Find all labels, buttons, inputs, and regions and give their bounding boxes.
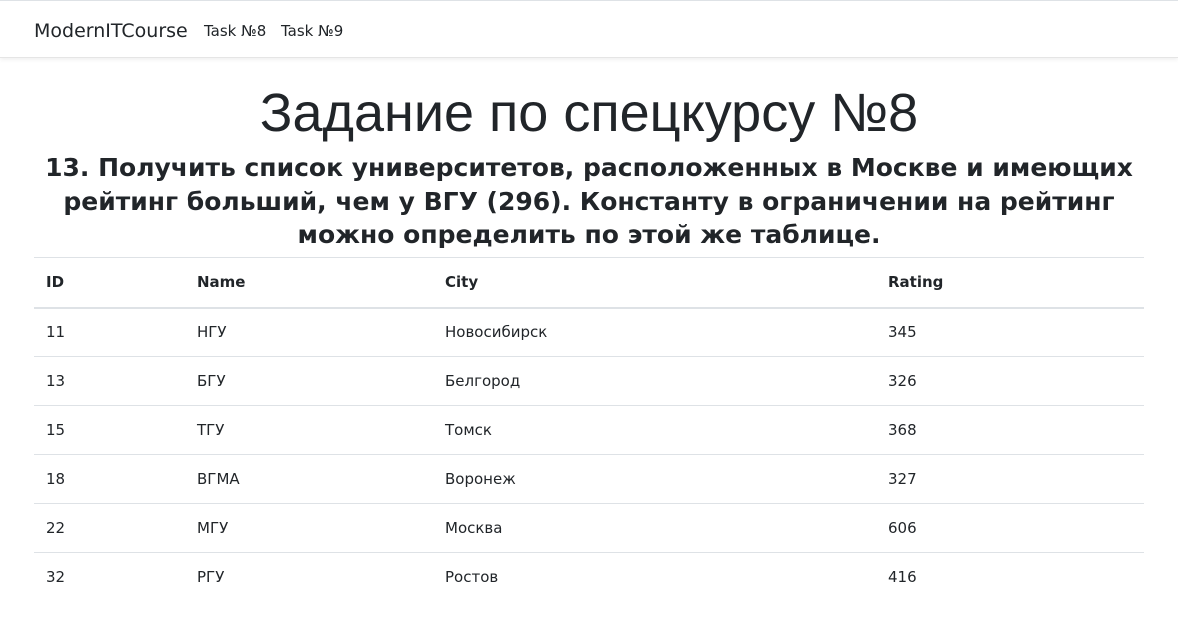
top-navbar: ModernITCourse Task №8 Task №9	[0, 0, 1178, 58]
page-title: Задание по спецкурсу №8	[259, 83, 919, 143]
cell-id: 13	[46, 372, 66, 390]
column-header-city: City	[445, 273, 479, 292]
column-header-id: ID	[46, 273, 65, 292]
table-header-row: ID Name City Rating	[34, 257, 1144, 308]
nav-link-task-8[interactable]: Task №8	[204, 22, 266, 40]
cell-id: 22	[46, 519, 66, 537]
cell-name: МГУ	[197, 519, 229, 537]
cell-name: ТГУ	[197, 421, 225, 439]
cell-rating: 368	[888, 421, 917, 439]
cell-id: 18	[46, 470, 66, 488]
column-header-rating: Rating	[888, 273, 944, 292]
cell-id: 11	[46, 323, 66, 342]
cell-city: Ростов	[445, 568, 499, 587]
column-header-name: Name	[197, 273, 246, 292]
universities-table: ID Name City Rating 11 НГУ Новосибирск 3…	[34, 257, 1144, 602]
cell-city: Томск	[445, 421, 492, 439]
cell-city: Белгород	[445, 372, 521, 390]
cell-name: ВГМА	[197, 470, 240, 488]
table-row: 11 НГУ Новосибирск 345	[34, 308, 1144, 357]
table-row: 32 РГУ Ростов 416	[34, 553, 1144, 602]
cell-city: Воронеж	[445, 470, 516, 488]
table-row: 13 БГУ Белгород 326	[34, 357, 1144, 406]
cell-name: БГУ	[197, 372, 226, 390]
cell-rating: 327	[888, 470, 917, 488]
cell-name: РГУ	[197, 568, 225, 587]
brand-link[interactable]: ModernITCourse	[34, 20, 188, 42]
cell-id: 15	[46, 421, 66, 439]
cell-rating: 345	[888, 323, 917, 342]
nav-link-task-9[interactable]: Task №9	[281, 22, 343, 40]
cell-city: Москва	[445, 519, 503, 537]
cell-id: 32	[46, 568, 66, 587]
table-row: 22 МГУ Москва 606	[34, 504, 1144, 553]
cell-rating: 606	[888, 519, 917, 537]
cell-rating: 326	[888, 372, 917, 390]
cell-rating: 416	[888, 568, 917, 587]
table-row: 18 ВГМА Воронеж 327	[34, 455, 1144, 504]
task-description: 13. Получить список университетов, распо…	[45, 153, 1133, 249]
cell-city: Новосибирск	[445, 323, 548, 342]
cell-name: НГУ	[197, 323, 227, 342]
table-row: 15 ТГУ Томск 368	[34, 406, 1144, 455]
